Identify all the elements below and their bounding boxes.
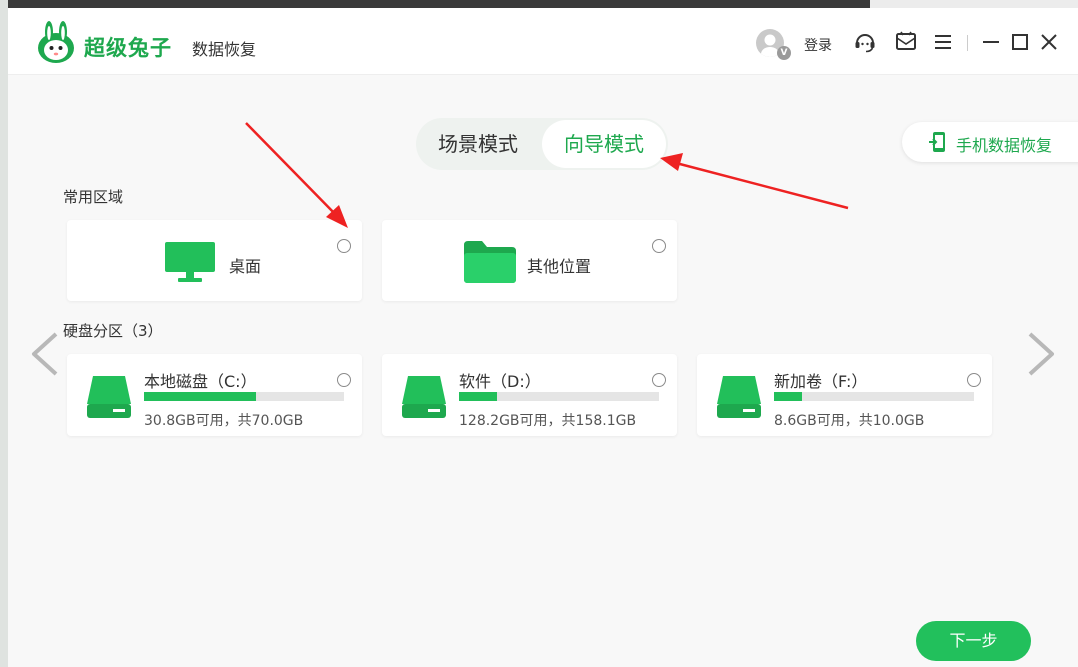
annotation-arrows <box>245 122 849 228</box>
annotation-arrowhead <box>660 153 683 171</box>
annotation-arrow-to-desktop <box>245 122 340 219</box>
desktop-backdrop-top <box>870 0 1078 8</box>
annotation-arrow-to-guide-mode <box>675 161 849 210</box>
app-window: 超级兔子 数据恢复 V 登录 场景模式 向导模式 手机数据恢复 常用区域 桌面 … <box>8 8 1078 667</box>
desktop-backdrop <box>0 0 8 667</box>
